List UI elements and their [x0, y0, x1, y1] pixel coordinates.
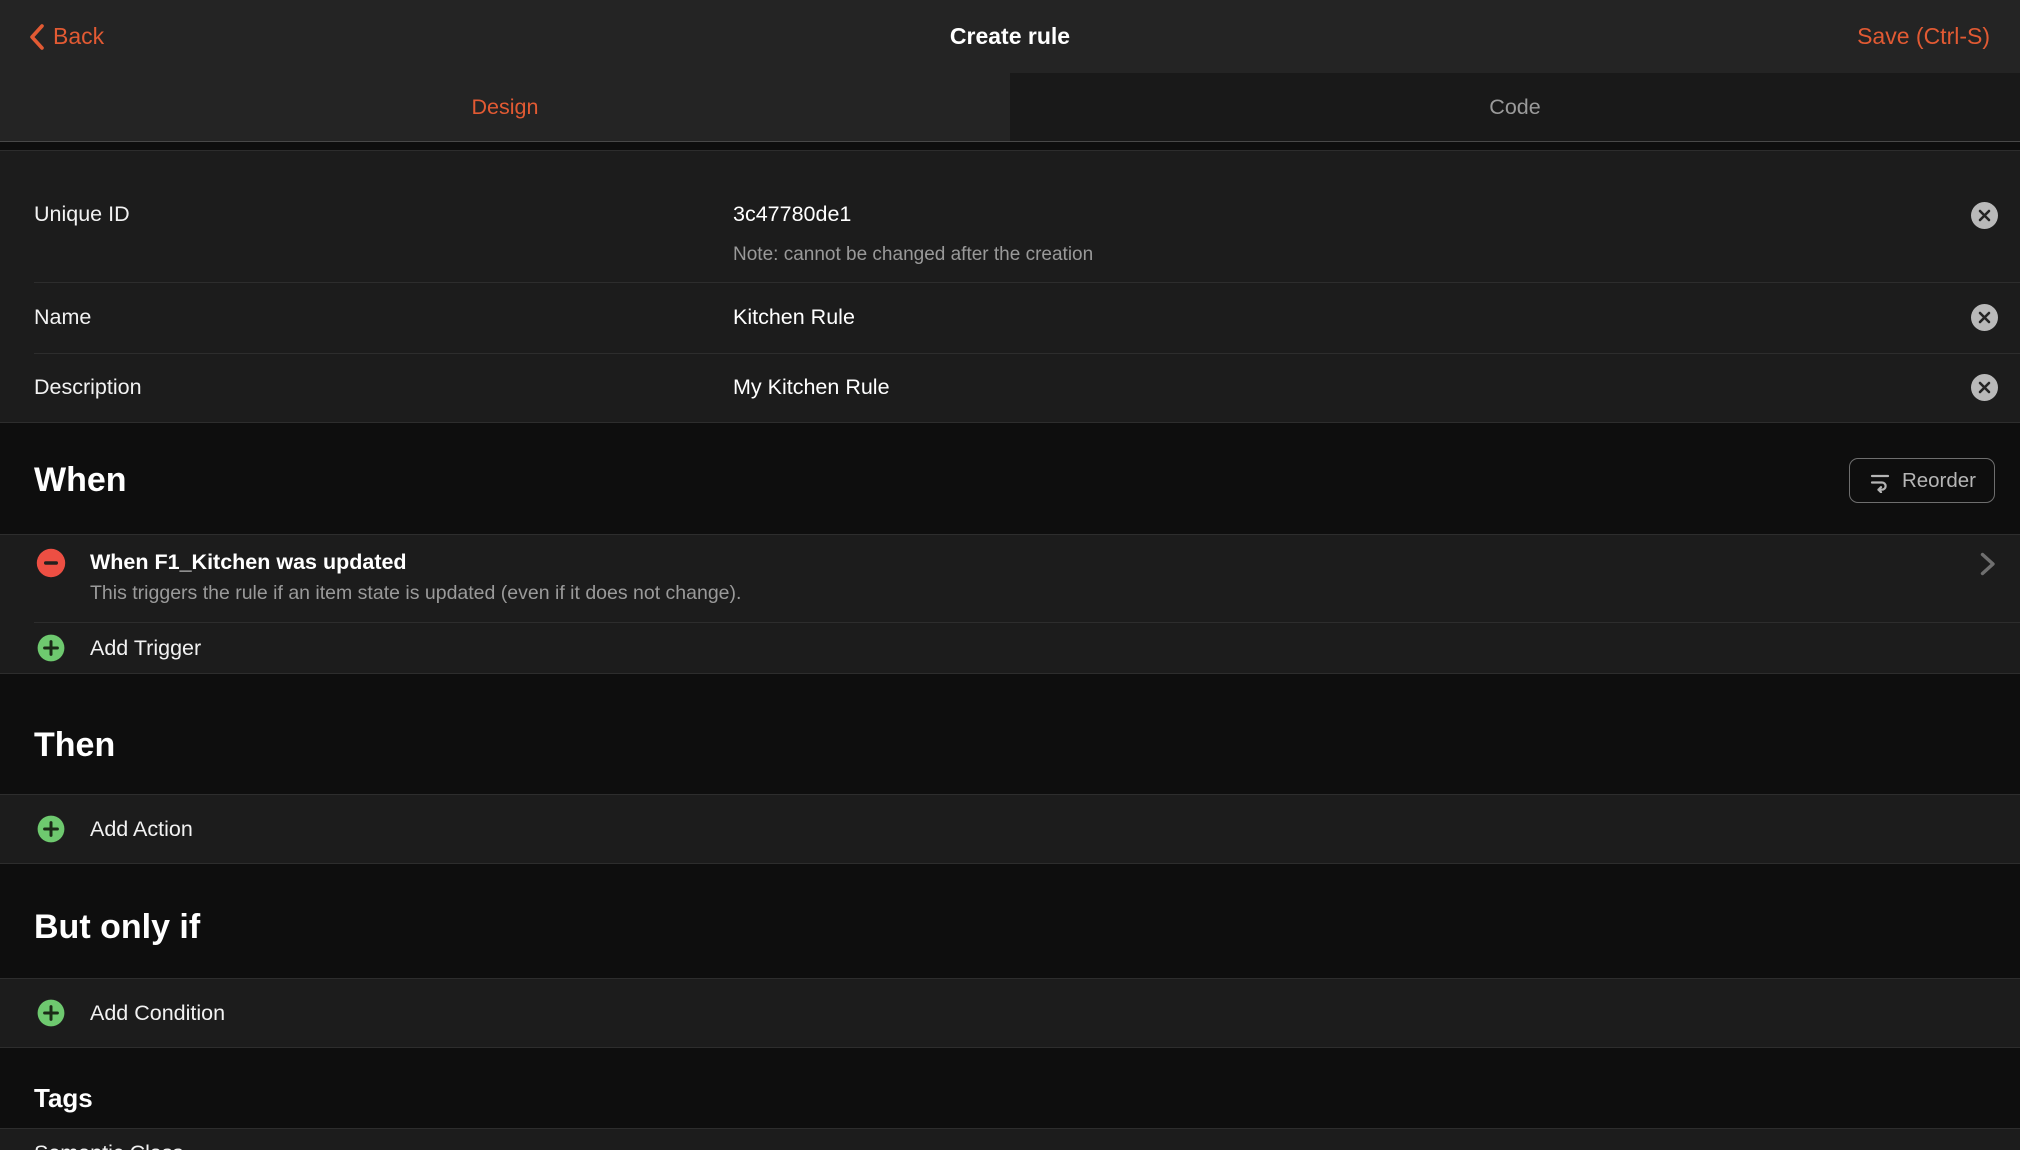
add-trigger-label: Add Trigger	[90, 636, 201, 661]
add-action-button[interactable]: Add Action	[0, 795, 2020, 863]
tab-design[interactable]: Design	[0, 73, 1010, 141]
reorder-icon	[1868, 469, 1892, 493]
back-button[interactable]: Back	[28, 22, 104, 52]
trigger-title: When F1_Kitchen was updated	[90, 550, 407, 575]
unique-id-note: Note: cannot be changed after the creati…	[733, 244, 1093, 266]
trigger-row[interactable]: When F1_Kitchen was updated This trigger…	[0, 535, 2020, 622]
add-condition-button[interactable]: Add Condition	[0, 979, 2020, 1047]
semantic-class-row[interactable]: Semantic Class	[0, 1129, 2020, 1150]
tab-code-label: Code	[1489, 95, 1540, 120]
reorder-button[interactable]: Reorder	[1849, 458, 1995, 503]
description-label: Description	[34, 375, 142, 400]
navbar: Back Create rule Save (Ctrl-S)	[0, 0, 2020, 73]
save-button[interactable]: Save (Ctrl-S)	[1857, 23, 1990, 50]
clear-description-button[interactable]	[1971, 374, 1998, 401]
trigger-subtitle: This triggers the rule if an item state …	[90, 582, 741, 605]
back-label: Back	[53, 23, 104, 50]
description-row: Description My Kitchen Rule	[0, 354, 2020, 422]
clear-name-button[interactable]	[1971, 304, 1998, 331]
clear-unique-id-button[interactable]	[1971, 202, 1998, 229]
chevron-right-icon	[1980, 550, 1996, 578]
when-card: When F1_Kitchen was updated This trigger…	[0, 534, 2020, 674]
name-label: Name	[34, 305, 91, 330]
tags-card: Semantic Class	[0, 1128, 2020, 1150]
then-section-header: Then	[0, 674, 2020, 794]
tab-bar: Design Code	[0, 73, 2020, 142]
plus-circle-icon	[37, 999, 65, 1027]
add-trigger-button[interactable]: Add Trigger	[0, 623, 2020, 673]
description-value[interactable]: My Kitchen Rule	[733, 375, 890, 400]
tags-section-header: Tags	[0, 1048, 2020, 1128]
unique-id-row: Unique ID 3c47780de1 Note: cannot be cha…	[0, 151, 2020, 282]
unique-id-value[interactable]: 3c47780de1	[733, 202, 851, 227]
add-action-label: Add Action	[90, 817, 193, 842]
tab-design-label: Design	[472, 95, 539, 120]
when-title: When	[34, 461, 127, 500]
tab-code[interactable]: Code	[1010, 73, 2020, 141]
chevron-left-icon	[28, 22, 45, 52]
but-only-if-title: But only if	[34, 908, 200, 947]
page-gap	[0, 142, 2020, 150]
then-title: Then	[34, 726, 115, 765]
tags-title: Tags	[34, 1083, 93, 1114]
remove-trigger-icon[interactable]	[36, 548, 66, 578]
condition-card: Add Condition	[0, 978, 2020, 1048]
unique-id-label: Unique ID	[34, 202, 130, 227]
plus-circle-icon	[37, 815, 65, 843]
reorder-label: Reorder	[1902, 469, 1976, 493]
then-card: Add Action	[0, 794, 2020, 864]
name-value[interactable]: Kitchen Rule	[733, 305, 855, 330]
when-section-header: When Reorder	[0, 423, 2020, 534]
but-only-if-section-header: But only if	[0, 864, 2020, 978]
plus-circle-icon	[37, 634, 65, 662]
name-row: Name Kitchen Rule	[0, 283, 2020, 353]
rule-info-card: Unique ID 3c47780de1 Note: cannot be cha…	[0, 150, 2020, 423]
page-title: Create rule	[950, 23, 1070, 50]
add-condition-label: Add Condition	[90, 1001, 225, 1026]
semantic-class-label: Semantic Class	[34, 1141, 183, 1150]
